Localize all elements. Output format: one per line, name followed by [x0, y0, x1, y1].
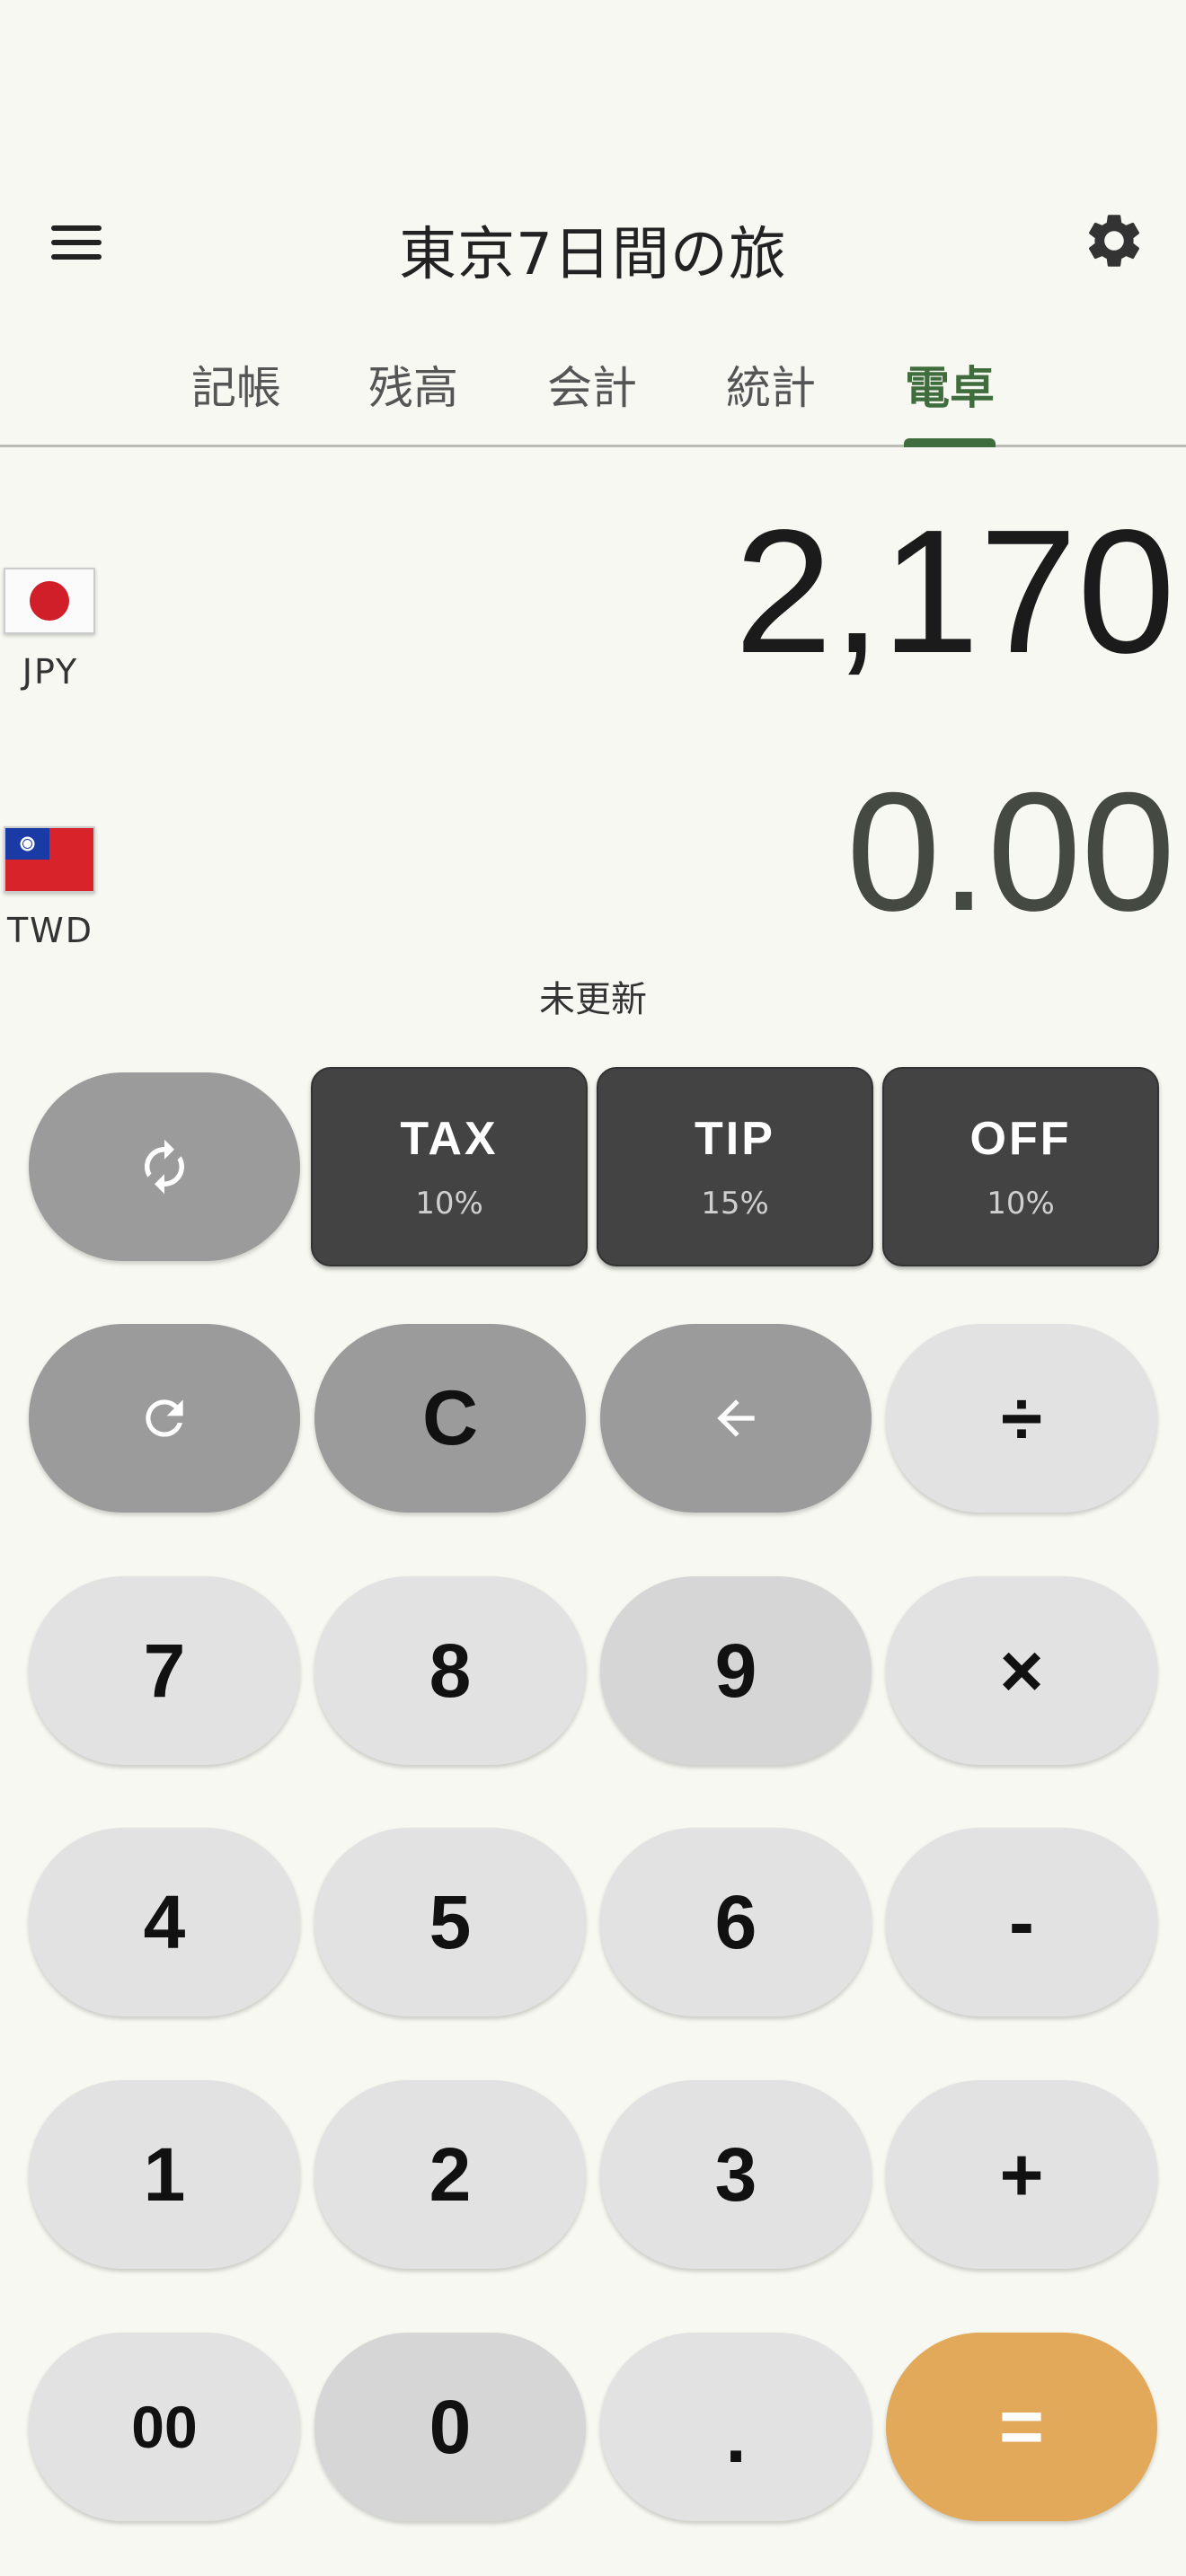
- tab-statistics[interactable]: 統計: [699, 352, 843, 417]
- backspace-button[interactable]: [600, 1324, 872, 1513]
- page-title: 東京7日間の旅: [399, 222, 787, 288]
- key-2[interactable]: 2: [314, 2080, 586, 2269]
- active-tab-indicator: [904, 438, 996, 447]
- tab-calculator[interactable]: 電卓: [878, 352, 1022, 417]
- key-1[interactable]: 1: [29, 2080, 300, 2269]
- japan-flag-icon: [4, 568, 95, 634]
- key-4[interactable]: 4: [29, 1828, 300, 2016]
- off-percent: 10%: [987, 1186, 1055, 1222]
- key-6[interactable]: 6: [600, 1828, 872, 2016]
- key-7[interactable]: 7: [29, 1576, 300, 1765]
- rate-status: 未更新: [539, 979, 647, 1020]
- taiwan-flag-icon: [4, 826, 95, 893]
- secondary-currency-row[interactable]: TWD 0.00: [0, 754, 1186, 961]
- swap-button[interactable]: [29, 1072, 300, 1261]
- key-0[interactable]: 0: [314, 2333, 586, 2521]
- secondary-currency-code: TWD: [6, 911, 94, 950]
- refresh-icon: [146, 1399, 183, 1437]
- off-label: OFF: [969, 1113, 1072, 1165]
- multiply-button[interactable]: ×: [886, 1576, 1157, 1765]
- decimal-button[interactable]: .: [600, 2333, 872, 2521]
- secondary-amount: 0.00: [846, 757, 1175, 946]
- tab-bar: 記帳 残高 会計 統計 電卓: [0, 314, 1186, 447]
- primary-amount: 2,170: [734, 493, 1175, 690]
- equals-button[interactable]: =: [886, 2333, 1157, 2521]
- refresh-button[interactable]: [29, 1324, 300, 1513]
- minus-button[interactable]: -: [886, 1828, 1157, 2016]
- plus-button[interactable]: +: [886, 2080, 1157, 2269]
- tax-button[interactable]: TAX 10%: [311, 1067, 588, 1266]
- gear-icon[interactable]: [1082, 208, 1146, 273]
- key-9[interactable]: 9: [600, 1576, 872, 1765]
- off-button[interactable]: OFF 10%: [882, 1067, 1159, 1266]
- key-00[interactable]: 00: [29, 2333, 300, 2521]
- tip-percent: 15%: [701, 1186, 769, 1222]
- tab-accounting[interactable]: 会計: [520, 352, 664, 417]
- tab-balance[interactable]: 残高: [341, 352, 485, 417]
- primary-currency-code: JPY: [22, 652, 79, 692]
- key-8[interactable]: 8: [314, 1576, 586, 1765]
- swap-icon: [145, 1139, 184, 1195]
- tax-percent: 10%: [415, 1186, 483, 1222]
- backspace-arrow-icon: [717, 1399, 755, 1437]
- key-5[interactable]: 5: [314, 1828, 586, 2016]
- divide-button[interactable]: ÷: [886, 1324, 1157, 1513]
- clear-button[interactable]: C: [314, 1324, 586, 1513]
- tab-entry[interactable]: 記帳: [164, 352, 308, 417]
- tip-button[interactable]: TIP 15%: [597, 1067, 873, 1266]
- app-bar: 東京7日間の旅: [0, 171, 1186, 314]
- key-3[interactable]: 3: [600, 2080, 872, 2269]
- tax-label: TAX: [400, 1113, 499, 1165]
- tip-label: TIP: [695, 1113, 775, 1165]
- primary-currency-row[interactable]: JPY 2,170: [0, 485, 1186, 710]
